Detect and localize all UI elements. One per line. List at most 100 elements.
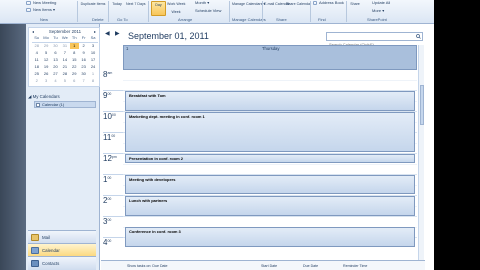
appointment[interactable]: Conference in conf. room 3 [125,227,415,247]
date-cell[interactable]: 3 [88,43,97,49]
date-cell[interactable]: 14 [60,57,69,63]
duplicate-items-button[interactable]: Duplicate Items [80,2,106,6]
date-cell[interactable]: 24 [88,64,97,70]
date-cell[interactable]: 26 [41,71,50,77]
date-cell[interactable]: 19 [41,64,50,70]
new-meeting-button[interactable]: New Meeting [33,0,56,5]
next-7-days-button[interactable]: Next 7 Days [126,2,146,6]
date-cell[interactable]: 20 [51,64,60,70]
date-cell[interactable]: 28 [60,71,69,77]
appointment[interactable]: Presentation in conf. room 2 [125,154,415,163]
next-day-button[interactable]: ▶ [115,30,120,37]
time-label: 100 [103,175,111,184]
date-cell[interactable]: 9 [79,50,88,56]
nav-button-calendar[interactable]: Calendar [28,243,96,257]
date-cell[interactable]: 15 [70,57,79,63]
tasks-show-on[interactable]: Show tasks on: Due Date [127,264,168,268]
week-row: 11 12 13 14 15 16 17 [32,57,98,63]
date-cell[interactable]: 4 [32,50,41,56]
date-cell[interactable]: 10 [88,50,97,56]
date-cell[interactable]: 21 [60,64,69,70]
update-all-button[interactable]: Update All [372,0,390,5]
work-week-button[interactable]: Work Week [167,2,185,6]
date-cell[interactable]: 11 [32,57,41,63]
weekday-label: Mo [43,35,49,40]
share-calendar-button[interactable]: Share Calendar [286,2,311,6]
date-cell[interactable]: 22 [70,64,79,70]
new-items-button[interactable]: New Items ▾ [33,7,55,12]
date-cell[interactable]: 5 [41,50,50,56]
date-cell[interactable]: 27 [51,71,60,77]
appointment[interactable]: Meeting with developers [125,175,415,194]
ribbon-separator [108,1,109,22]
date-cell[interactable]: 6 [70,78,79,84]
email-calendar-button[interactable]: E-mail Calendar [264,2,290,6]
calendar-list-item[interactable]: Calendar (1) [34,101,96,108]
date-cell[interactable]: 13 [51,57,60,63]
nav-button-contacts[interactable]: Contacts [28,256,96,270]
appointment[interactable]: Marketing dept. meeting in conf. room 1 [125,112,415,152]
tasks-due-date-header[interactable]: Due Date [303,264,318,268]
date-cell[interactable]: 25 [32,71,41,77]
date-cell[interactable]: 29 [41,43,50,49]
date-cell[interactable]: 2 [79,43,88,49]
new-meeting-icon[interactable] [26,1,31,5]
date-cell[interactable]: 23 [79,64,88,70]
vertical-scrollbar[interactable] [418,45,424,260]
nav-button-mail[interactable]: Mail [28,230,96,244]
my-calendars-header[interactable]: ◢ My Calendars [28,94,60,100]
week-row: 4 5 6 7 8 9 10 [32,50,98,56]
next-month-arrow[interactable]: ▸ [94,29,96,34]
screen-border [434,0,480,270]
date-cell[interactable]: 31 [60,43,69,49]
search-icon[interactable] [416,34,421,39]
date-cell[interactable]: 7 [60,50,69,56]
date-cell[interactable]: 18 [32,64,41,70]
month-button[interactable]: Month ▾ [195,0,209,5]
search-calendar-box[interactable] [326,32,423,48]
weekday-header: Su Mo Tu We Th Fr Sa [32,35,98,41]
address-book-icon[interactable] [313,1,317,5]
tasks-reminder-header[interactable]: Reminder Time [343,264,367,268]
ribbon: New Meeting New Items ▾ New Duplicate It… [0,0,434,24]
scrollbar-thumb[interactable] [420,85,424,125]
date-cell[interactable]: 30 [79,71,88,77]
date-cell[interactable]: 2 [32,78,41,84]
week-button[interactable]: Week [167,10,185,14]
day-grid[interactable]: Breakfast with Tom Marketing dept. meeti… [123,70,417,260]
date-cell[interactable]: 5 [60,78,69,84]
date-cell[interactable]: 8 [70,50,79,56]
date-cell[interactable]: 1 [88,71,97,77]
new-items-icon[interactable] [26,8,31,12]
appointment[interactable]: Lunch with partners [125,196,415,216]
date-cell[interactable]: 4 [51,78,60,84]
tasks-start-date-header[interactable]: Start Date [261,264,277,268]
weekday-label: Th [71,35,77,40]
date-cell[interactable]: 29 [70,71,79,77]
manage-calendars-button[interactable]: Manage Calendars ▾ [232,2,265,6]
date-cell[interactable]: 8 [88,78,97,84]
desktop-edge [0,24,26,270]
date-cell[interactable]: 12 [41,57,50,63]
date-cell[interactable]: 17 [88,57,97,63]
date-cell[interactable]: 7 [79,78,88,84]
date-cell[interactable]: 6 [51,50,60,56]
more-button[interactable]: More ▾ [372,8,384,13]
date-cell[interactable]: 28 [32,43,41,49]
schedule-view-button[interactable]: Schedule View [195,8,221,13]
previous-day-button[interactable]: ◀ [105,30,110,37]
date-cell[interactable]: 30 [51,43,60,49]
today-button[interactable]: Today [110,2,124,6]
time-hour: 12 [103,154,112,163]
sharepoint-group-label: SharePoint [367,17,387,22]
date-cell[interactable]: 3 [41,78,50,84]
date-cell[interactable]: 16 [79,57,88,63]
sharepoint-share-button[interactable]: Share [348,2,362,6]
arrange-group-label: Arrange [178,17,193,22]
address-book-button[interactable]: Address Book [319,0,344,5]
calendar-checkbox[interactable] [36,103,40,107]
date-cell-selected[interactable]: 1 [69,43,79,49]
ribbon-separator [229,1,230,22]
weekday-label: Su [34,35,40,40]
appointment[interactable]: Breakfast with Tom [125,91,415,111]
